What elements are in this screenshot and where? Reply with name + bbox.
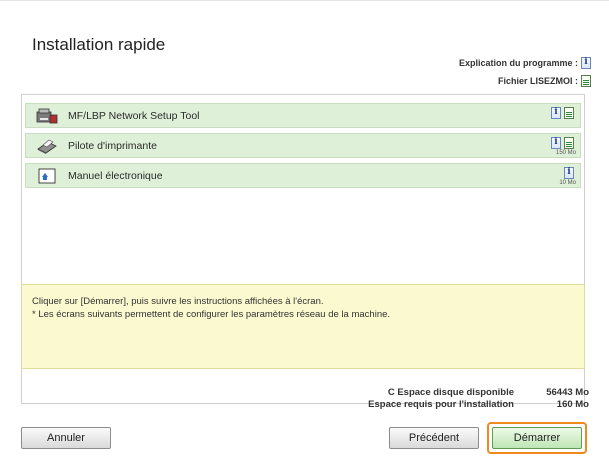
- info-icon[interactable]: [564, 167, 574, 179]
- legend-program-explanation: Explication du programme :: [459, 57, 591, 69]
- instruction-message: Cliquer sur [Démarrer], puis suivre les …: [21, 284, 585, 369]
- list-item-network-setup-tool[interactable]: MF/LBP Network Setup Tool: [25, 103, 581, 128]
- legend-readme-label: Fichier LISEZMOI :: [497, 76, 578, 86]
- legend-readme: Fichier LISEZMOI :: [498, 75, 591, 87]
- component-size: 10 Mo: [559, 180, 576, 186]
- readme-doc-icon[interactable]: [564, 107, 574, 119]
- printer-icon: [37, 139, 57, 154]
- legend-program-explanation-label: Explication du programme :: [458, 58, 578, 68]
- component-label: Manuel électronique: [68, 170, 163, 182]
- disk-values: 56443 Mo 160 Mo: [546, 387, 589, 411]
- info-icon[interactable]: [551, 107, 561, 119]
- list-item-electronic-manual[interactable]: Manuel électronique 10 Mo: [25, 163, 581, 188]
- disk-required-value: 160 Mo: [556, 399, 589, 410]
- manual-icon: [38, 168, 56, 184]
- info-icon[interactable]: [551, 137, 561, 149]
- component-label: Pilote d'imprimante: [68, 140, 157, 152]
- instruction-line-2: * Les écrans suivants permettent de conf…: [32, 309, 391, 320]
- disk-available-value: 56443 Mo: [546, 387, 589, 398]
- info-icon: [581, 57, 591, 69]
- readme-doc-icon: [581, 75, 591, 87]
- instruction-line-1: Cliquer sur [Démarrer], puis suivre les …: [32, 296, 324, 307]
- list-item-printer-driver[interactable]: Pilote d'imprimante 150 Mo: [25, 133, 581, 158]
- component-label: MF/LBP Network Setup Tool: [68, 110, 200, 122]
- disk-available-label: C Espace disque disponible: [387, 387, 514, 398]
- start-button[interactable]: Démarrer: [492, 427, 582, 449]
- cancel-button[interactable]: Annuler: [21, 427, 111, 449]
- component-size: 150 Mo: [555, 150, 576, 156]
- network-tool-icon: [36, 108, 58, 124]
- page-title: Installation rapide: [32, 35, 166, 54]
- previous-button[interactable]: Précédent: [389, 427, 479, 449]
- readme-doc-icon[interactable]: [564, 137, 574, 149]
- disk-required-label: Espace requis pour l'installation: [368, 399, 514, 410]
- disk-labels: C Espace disque disponible Espace requis…: [368, 387, 514, 411]
- installer-window: Installation rapide Explication du progr…: [0, 0, 609, 460]
